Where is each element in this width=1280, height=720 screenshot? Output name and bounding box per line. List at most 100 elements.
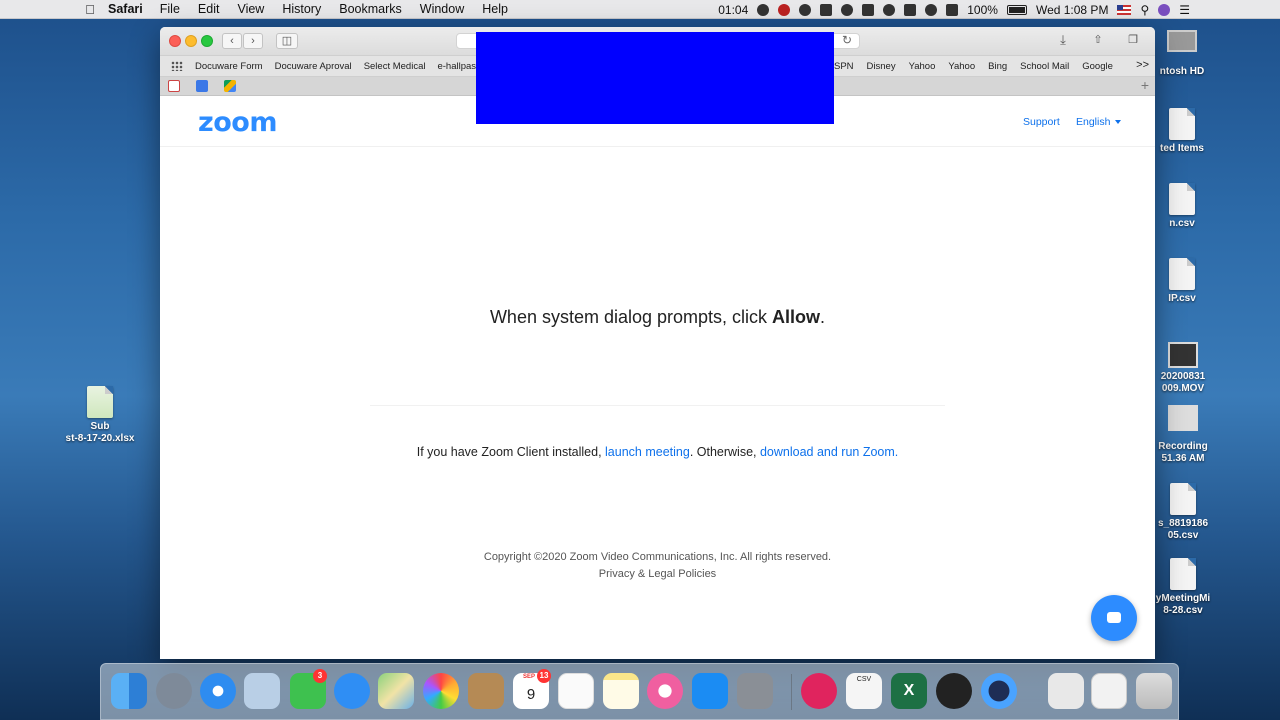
menu-view[interactable]: View (237, 2, 264, 16)
reminders-icon[interactable] (558, 673, 594, 709)
bookmark-yahoo-1[interactable]: Yahoo (909, 61, 936, 72)
forward-button[interactable]: › (243, 33, 263, 49)
desktop-file-xlsx[interactable]: Sub st-8-17-20.xlsx (62, 386, 138, 445)
app-store-icon[interactable] (692, 673, 728, 709)
gmail-icon[interactable] (168, 80, 180, 92)
quicktime-icon[interactable] (981, 673, 1017, 709)
language-dropdown[interactable]: English (1076, 116, 1122, 128)
menu-history[interactable]: History (282, 2, 321, 16)
bookmark-docuware-form[interactable]: Docuware Form (195, 61, 263, 72)
spotlight-search-icon[interactable]: ⚲ (1140, 3, 1149, 17)
menu-window[interactable]: Window (420, 2, 464, 16)
desktop-item-label: n.csv (1169, 218, 1195, 229)
macos-menu-bar:  Safari File Edit View History Bookmark… (0, 0, 1280, 19)
menu-clock[interactable]: Wed 1:08 PM (1036, 3, 1108, 17)
new-tab-plus-icon[interactable]: + (1141, 77, 1149, 93)
photos-icon[interactable] (423, 673, 459, 709)
menu-file[interactable]: File (160, 2, 180, 16)
menu-help[interactable]: Help (482, 2, 508, 16)
bookmark-docuware-aproval[interactable]: Docuware Aproval (275, 61, 352, 72)
top-sites-grid-icon[interactable] (171, 61, 183, 71)
zoom-window-button[interactable] (201, 35, 213, 47)
launchpad-icon[interactable] (156, 673, 192, 709)
siri-icon[interactable] (1158, 3, 1171, 16)
downloads-stack-icon[interactable] (1091, 673, 1127, 709)
downloads-icon[interactable]: ⤓ (1053, 33, 1073, 49)
desktop-item-csv-1[interactable]: n.csv (1152, 183, 1212, 230)
safari-compass-icon[interactable] (200, 673, 236, 709)
minimize-window-button[interactable] (185, 35, 197, 47)
airplay-icon[interactable] (904, 3, 917, 16)
desktop-item-label: 20200831 009.MOV (1160, 371, 1206, 394)
apple-icon[interactable]:  (80, 2, 100, 17)
share-icon[interactable]: ⇧ (1088, 33, 1108, 49)
excel-icon[interactable]: X (891, 673, 927, 709)
bookmark-espn[interactable]: SPN (834, 61, 854, 72)
music-icon[interactable] (647, 673, 683, 709)
battery-percent: 100% (967, 2, 998, 17)
wifi-icon[interactable] (925, 3, 938, 16)
launch-meeting-link[interactable]: launch meeting (605, 445, 690, 459)
creative-app-icon[interactable] (801, 673, 837, 709)
volume-icon[interactable] (946, 3, 959, 16)
tabs-overview-icon[interactable]: ❐ (1123, 33, 1143, 49)
desktop-item-csv-2[interactable]: IP.csv (1152, 258, 1212, 305)
circle-status-icon[interactable] (841, 3, 854, 16)
us-flag-icon[interactable] (1117, 4, 1132, 15)
bookmark-school-mail[interactable]: School Mail (1020, 61, 1069, 72)
creative-cloud-icon[interactable] (883, 3, 896, 16)
language-label: English (1076, 116, 1111, 128)
notification-center-icon[interactable]: ☰ (1179, 3, 1190, 17)
desktop-item-csv-3[interactable]: s_8819186 05.csv (1152, 483, 1214, 542)
bookmark-google[interactable]: Google (1082, 61, 1113, 72)
privacy-legal-link[interactable]: Privacy & Legal Policies (160, 568, 1155, 580)
desktop-item-macintosh-hd[interactable]: ntosh HD (1152, 30, 1212, 77)
maps-icon[interactable] (378, 673, 414, 709)
macos-dock: 3 9 SEP 13 CSV X (100, 663, 1179, 720)
menu-app-safari[interactable]: Safari (108, 2, 143, 16)
menu-edit[interactable]: Edit (198, 2, 220, 16)
desktop-item-recording[interactable]: Recording 51.36 AM (1152, 405, 1214, 465)
more-bookmarks-chevron-icon[interactable]: >> (1136, 59, 1149, 71)
system-preferences-gear-icon[interactable] (737, 673, 773, 709)
desktop-item-mov[interactable]: 20200831 009.MOV (1152, 342, 1214, 395)
chat-bubble-button[interactable] (1091, 595, 1137, 641)
csv-editor-icon[interactable]: CSV (846, 673, 882, 709)
messages-icon[interactable] (334, 673, 370, 709)
contacts-icon[interactable] (468, 673, 504, 709)
bookmark-yahoo-2[interactable]: Yahoo (948, 61, 975, 72)
bookmark-disney[interactable]: Disney (867, 61, 896, 72)
csv-file-icon (1169, 258, 1195, 290)
close-window-button[interactable] (169, 35, 181, 47)
desktop-item-label: ted Items (1160, 143, 1204, 154)
icloud-icon[interactable] (936, 673, 972, 709)
zoom-status-icon[interactable] (862, 3, 875, 16)
finder-icon[interactable] (111, 673, 147, 709)
sidebar-toggle-icon[interactable]: ◫ (276, 33, 298, 49)
back-button[interactable]: ‹ (222, 33, 242, 49)
trash-icon[interactable] (1136, 673, 1172, 709)
desktop-item-csv-4[interactable]: yMeetingMi 8-28.csv (1152, 558, 1214, 617)
bookmark-select-medical[interactable]: Select Medical (364, 61, 426, 72)
dropbox-icon[interactable] (820, 3, 833, 16)
documents-stack-icon[interactable] (1048, 673, 1084, 709)
battery-icon[interactable] (1006, 4, 1027, 15)
video-thumbnail-icon (1168, 342, 1198, 368)
redaction-box (476, 32, 834, 124)
download-zoom-link[interactable]: download and run Zoom. (760, 445, 898, 459)
desktop-item-label: s_8819186 05.csv (1157, 518, 1209, 541)
cloud-icon[interactable] (799, 3, 812, 16)
reload-icon[interactable]: ↻ (842, 33, 852, 47)
google-drive-icon[interactable] (224, 80, 236, 92)
preview-icon[interactable] (244, 673, 280, 709)
menu-bookmarks[interactable]: Bookmarks (339, 2, 402, 16)
calendar-tab-icon[interactable] (196, 80, 208, 92)
pause-icon[interactable] (757, 3, 770, 16)
notes-icon[interactable] (603, 673, 639, 709)
support-link[interactable]: Support (1023, 116, 1060, 128)
bookmark-bing[interactable]: Bing (988, 61, 1007, 72)
zoom-logo[interactable]: zoom (198, 107, 277, 138)
record-icon[interactable] (778, 3, 791, 16)
desktop-item-shared[interactable]: ted Items (1152, 108, 1212, 155)
bookmark-e-hallpass[interactable]: e-hallpass (437, 61, 480, 72)
